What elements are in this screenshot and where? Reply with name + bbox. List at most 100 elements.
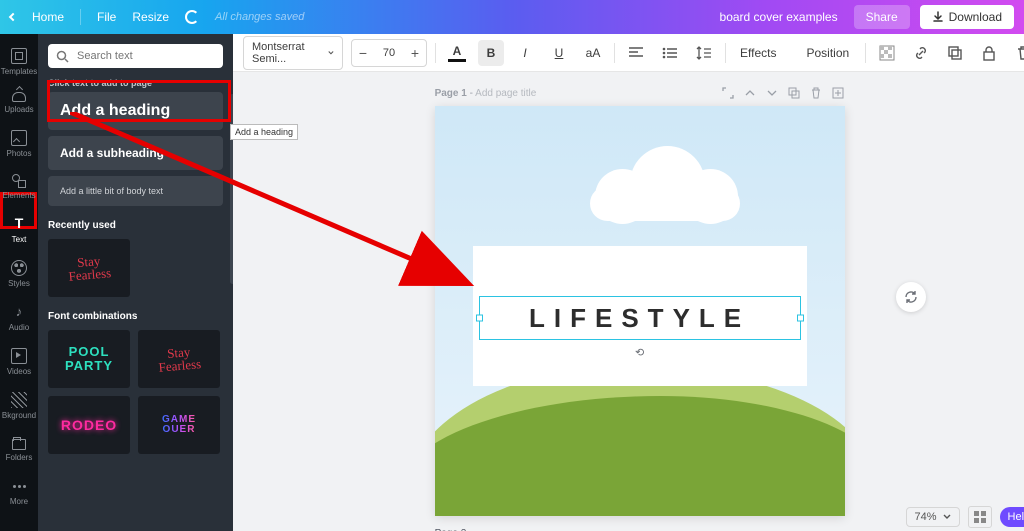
chevron-left-icon (9, 13, 17, 21)
italic-button[interactable]: I (512, 40, 538, 66)
align-icon (628, 47, 644, 59)
undo-button[interactable] (185, 10, 199, 24)
font-size-plus[interactable]: + (404, 40, 426, 66)
text-icon: T (11, 216, 27, 232)
chevron-up-icon (745, 88, 755, 98)
text-color-button[interactable]: A (444, 40, 470, 66)
rail-text[interactable]: TText (0, 210, 38, 250)
rail-audio[interactable]: Audio (0, 298, 38, 338)
recent-thumb-1[interactable]: StayFearless (48, 239, 130, 297)
rail-elements[interactable]: Elements (0, 168, 38, 206)
help-button[interactable]: Help (1000, 507, 1024, 527)
combo-thumb-pool-party[interactable]: POOLPARTY (48, 330, 130, 388)
chevron-down-icon (328, 49, 334, 57)
page-expand-button[interactable] (721, 86, 735, 100)
more-icon (11, 478, 27, 494)
font-size-minus[interactable]: − (352, 40, 374, 66)
rail-photos[interactable]: Photos (0, 124, 38, 164)
expand-icon (722, 87, 734, 99)
link-button[interactable] (908, 40, 934, 66)
list-icon (662, 47, 678, 59)
font-size-value[interactable]: 70 (374, 47, 404, 59)
font-size-stepper[interactable]: − 70 + (351, 39, 427, 67)
selected-text-box[interactable]: LIFESTYLE ⟲ (479, 296, 801, 340)
refresh-icon (903, 289, 919, 305)
combo-thumb-rodeo[interactable]: RODEO (48, 396, 130, 454)
page-down-button[interactable] (765, 86, 779, 100)
file-menu[interactable]: File (97, 10, 116, 24)
grid-view-button[interactable] (968, 506, 992, 528)
page-delete-button[interactable] (809, 86, 823, 100)
text-color-icon: A (448, 44, 466, 62)
top-bar: Home File Resize All changes saved board… (0, 0, 1024, 34)
styles-icon (11, 260, 27, 276)
audio-icon (11, 304, 27, 320)
rail-folders[interactable]: Folders (0, 430, 38, 468)
add-body-button[interactable]: Add a little bit of body text (48, 176, 223, 206)
editor-area: Montserrat Semi... − 70 + A B I U aA Eff… (233, 34, 1024, 531)
effects-button[interactable]: Effects (734, 40, 782, 66)
text-content[interactable]: LIFESTYLE (480, 297, 800, 339)
rail-bkground[interactable]: Bkground (0, 386, 38, 426)
add-subheading-button[interactable]: Add a subheading (48, 136, 223, 170)
canvas-page-1[interactable]: LIFESTYLE ⟲ (435, 106, 845, 516)
zoom-select[interactable]: 74% (906, 507, 960, 527)
save-status: All changes saved (215, 11, 304, 23)
spacing-icon (696, 46, 712, 60)
cloud-graphic (590, 151, 740, 221)
page-up-button[interactable] (743, 86, 757, 100)
rail-templates[interactable]: Templates (0, 42, 38, 82)
share-button[interactable]: Share (854, 5, 910, 29)
videos-icon (11, 348, 27, 364)
rail-videos[interactable]: Videos (0, 342, 38, 382)
alignment-button[interactable] (623, 40, 649, 66)
delete-button[interactable] (1010, 40, 1024, 66)
duplicate-button[interactable] (942, 40, 968, 66)
templates-icon (11, 48, 27, 64)
spacing-button[interactable] (691, 40, 717, 66)
bold-button[interactable]: B (478, 40, 504, 66)
copy-icon (788, 87, 800, 99)
lock-button[interactable] (976, 40, 1002, 66)
home-button[interactable]: Home (32, 10, 64, 24)
plus-box-icon (832, 87, 844, 99)
uppercase-button[interactable]: aA (580, 40, 606, 66)
add-heading-button[interactable]: Add a heading (48, 92, 223, 130)
trash-icon (810, 87, 822, 99)
trash-icon (1016, 45, 1024, 61)
resize-button[interactable]: Resize (132, 10, 169, 24)
position-button[interactable]: Position (798, 42, 857, 64)
chevron-down-icon (943, 513, 951, 521)
bkground-icon (11, 392, 27, 408)
link-icon (913, 45, 929, 61)
canvas-viewport[interactable]: Page 1 - Add page title (233, 72, 1024, 531)
underline-button[interactable]: U (546, 40, 572, 66)
download-icon (932, 11, 944, 23)
download-button[interactable]: Download (920, 5, 1014, 29)
regenerate-button[interactable] (896, 282, 926, 312)
chevron-down-icon (767, 88, 777, 98)
list-button[interactable] (657, 40, 683, 66)
transparency-button[interactable] (874, 40, 900, 66)
page-title-hint[interactable]: Add page title (475, 88, 536, 99)
transparency-icon (879, 45, 895, 61)
page-add-button[interactable] (831, 86, 845, 100)
rotate-handle[interactable]: ⟲ (635, 346, 644, 359)
rail-more[interactable]: More (0, 472, 38, 512)
page-duplicate-button[interactable] (787, 86, 801, 100)
duplicate-icon (947, 45, 963, 61)
combo-thumb-stay-fearless[interactable]: StayFearless (138, 330, 220, 388)
page-number: Page 1 (435, 88, 467, 99)
rail-styles[interactable]: Styles (0, 254, 38, 294)
bottom-bar: 74% Help (898, 503, 1024, 531)
search-icon (56, 50, 69, 63)
combo-thumb-game-over[interactable]: GAMEOUER (138, 396, 220, 454)
lock-icon (982, 45, 996, 61)
search-input-wrap[interactable] (48, 44, 223, 68)
back-button[interactable] (10, 14, 16, 20)
search-input[interactable] (75, 49, 221, 63)
rail-uploads[interactable]: Uploads (0, 86, 38, 120)
font-family-select[interactable]: Montserrat Semi... (243, 36, 343, 70)
undo-icon (185, 10, 199, 24)
document-title[interactable]: board cover examples (720, 10, 838, 24)
